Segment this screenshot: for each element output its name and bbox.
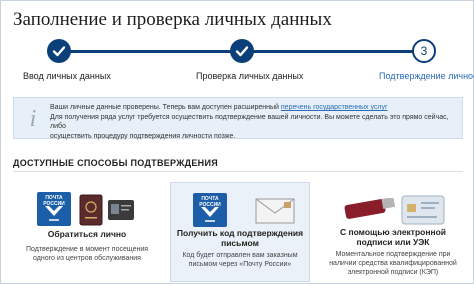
usb-token-icon xyxy=(344,198,396,219)
step-1-check-icon xyxy=(47,39,71,63)
method-card-in-person[interactable]: ПОЧТА РОССИИ Обратиться лично Подтвержде… xyxy=(17,182,157,282)
step-2-label: Проверка личных данных xyxy=(196,71,304,81)
id-card-icon xyxy=(108,200,134,220)
step-3-number: 3 xyxy=(412,39,436,63)
page-title: Заполнение и проверка личных данных xyxy=(13,9,332,30)
envelope-icon xyxy=(255,198,295,224)
info-box: i Ваши личные данные проверены. Теперь в… xyxy=(13,97,463,141)
signature-illustration xyxy=(323,190,463,230)
info-line-3: осуществить процедуру подтверждения личн… xyxy=(50,132,236,140)
method-card-letter[interactable]: ПОЧТА РОССИИ Получить код подтверждения … xyxy=(170,182,310,282)
method-title: С помощью электронной подписи или УЭК xyxy=(339,227,447,247)
method-card-signature[interactable]: С помощью электронной подписи или УЭК Мо… xyxy=(323,182,463,282)
method-title: Обратиться лично xyxy=(47,229,127,239)
info-text: Ваши личные данные проверены. Теперь вам… xyxy=(50,103,458,141)
method-description: Моментальное подтверждение при наличии с… xyxy=(329,251,457,276)
step-1-label: Ввод личных данных xyxy=(23,71,111,81)
step-2-check-icon xyxy=(230,39,254,63)
letter-illustration: ПОЧТА РОССИИ xyxy=(171,191,309,231)
passport-icon xyxy=(79,194,103,226)
section-divider xyxy=(13,171,463,172)
info-line-2: Для получения ряда услуг требуется осуще… xyxy=(50,113,449,131)
section-title: ДОСТУПНЫЕ СПОСОБЫ ПОДТВЕРЖДЕНИЯ xyxy=(13,158,219,168)
russian-post-logo-icon: ПОЧТА РОССИИ xyxy=(37,192,71,226)
method-description: Код будет отправлен вам заказным письмом… xyxy=(182,252,298,268)
smart-card-icon xyxy=(401,195,445,225)
info-icon: i xyxy=(29,106,37,132)
method-description: Подтверждение в момент посещения одного … xyxy=(25,246,149,262)
info-line-1: Ваши личные данные проверены. Теперь вам… xyxy=(50,104,281,111)
russian-post-logo-icon: ПОЧТА РОССИИ xyxy=(193,193,227,227)
services-list-link[interactable]: перечень государственных услуг xyxy=(281,104,388,111)
page-frame: Заполнение и проверка личных данных 3 Вв… xyxy=(0,0,474,284)
step-3-label: Подтверждение личности xyxy=(379,71,474,81)
in-person-illustration: ПОЧТА РОССИИ xyxy=(17,190,157,230)
method-title: Получить код подтверждения письмом xyxy=(176,228,304,248)
